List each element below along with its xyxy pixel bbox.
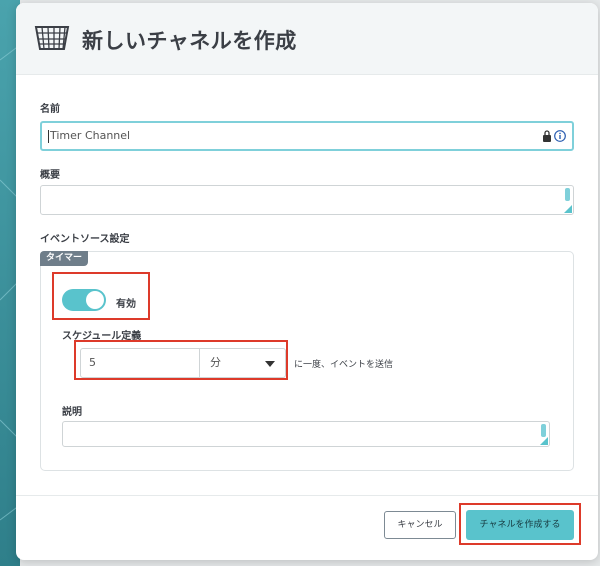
resize-handle-icon[interactable]	[540, 437, 548, 445]
explanation-label: 説明	[62, 407, 82, 418]
create-channel-button[interactable]: チャネルを作成する	[466, 510, 574, 540]
explanation-textarea[interactable]	[62, 421, 550, 447]
text-caret	[48, 129, 49, 143]
schedule-value-input[interactable]: 5	[80, 348, 200, 378]
schedule-unit-select[interactable]: 分	[200, 348, 286, 378]
name-label: 名前	[40, 104, 60, 115]
modal-title: 新しいチャネルを作成	[82, 29, 297, 53]
toggle-knob	[86, 291, 104, 309]
lock-icon[interactable]	[542, 129, 552, 143]
create-channel-modal: 新しいチャネルを作成 名前 Timer Channel 概要 イベントソース設定…	[16, 3, 598, 560]
event-source-label: イベントソース設定	[40, 234, 130, 245]
name-input[interactable]: Timer Channel	[40, 121, 574, 151]
scrollbar[interactable]	[565, 188, 570, 201]
info-icon[interactable]	[554, 130, 566, 142]
resize-handle-icon[interactable]	[564, 205, 572, 213]
schedule-suffix: に一度、イベントを送信	[294, 360, 394, 370]
chevron-down-icon	[265, 361, 275, 367]
summary-label: 概要	[40, 170, 60, 181]
schedule-label: スケジュール定義	[62, 331, 142, 342]
scrollbar[interactable]	[541, 424, 546, 437]
enabled-toggle[interactable]	[62, 289, 106, 311]
channel-net-icon	[34, 26, 70, 50]
schedule-input-group: 5 分	[80, 348, 286, 378]
footer-divider	[16, 495, 598, 496]
summary-textarea[interactable]	[40, 185, 574, 215]
modal-header: 新しいチャネルを作成	[16, 3, 598, 75]
enabled-label: 有効	[116, 299, 136, 310]
name-input-value: Timer Channel	[50, 129, 131, 142]
cancel-button[interactable]: キャンセル	[384, 511, 456, 539]
schedule-unit-value: 分	[210, 356, 221, 369]
password-manager-icons[interactable]	[542, 129, 566, 143]
tab-timer[interactable]: タイマー	[40, 251, 88, 266]
